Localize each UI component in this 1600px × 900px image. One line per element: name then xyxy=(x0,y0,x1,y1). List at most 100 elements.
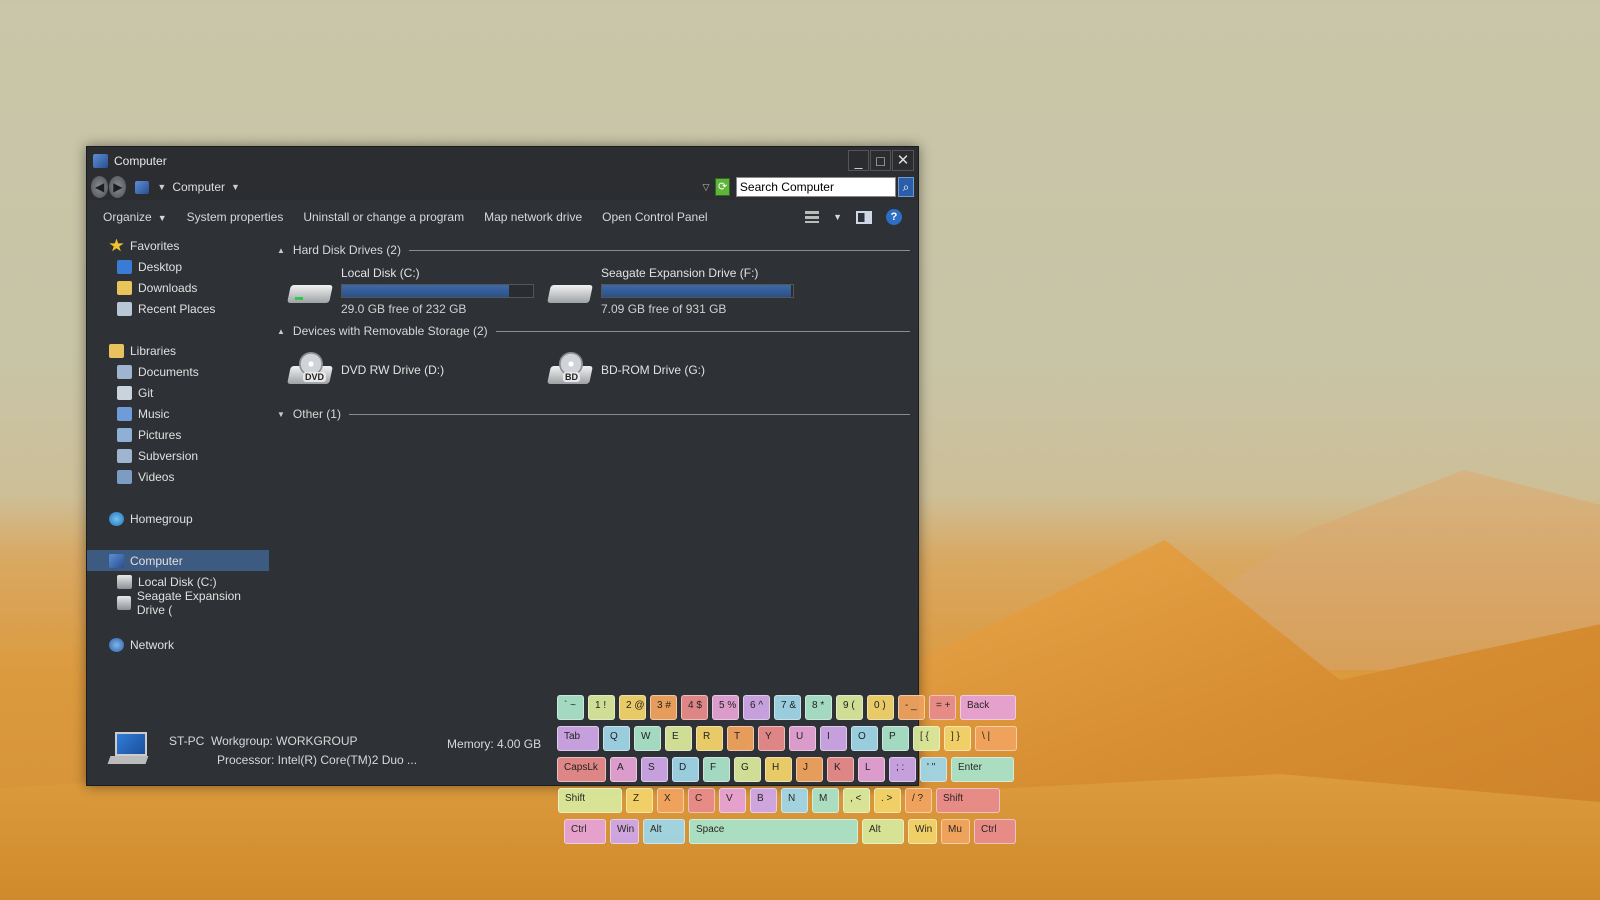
keyboard-key[interactable]: W xyxy=(634,726,661,751)
keyboard-key[interactable]: CapsLk xyxy=(557,757,606,782)
keyboard-key[interactable]: - _ xyxy=(898,695,925,720)
keyboard-key[interactable]: R xyxy=(696,726,723,751)
sidebar-item-desktop[interactable]: Desktop xyxy=(87,256,269,277)
keyboard-key[interactable]: / ? xyxy=(905,788,932,813)
sidebar-item-git[interactable]: Git xyxy=(87,382,269,403)
collapse-arrow-icon[interactable]: ▲ xyxy=(277,246,285,255)
keyboard-key[interactable]: K xyxy=(827,757,854,782)
drive-item-bd-rom[interactable]: BD BD-ROM Drive (G:) xyxy=(537,351,797,392)
drive-item-seagate[interactable]: Seagate Expansion Drive (F:) 7.09 GB fre… xyxy=(537,266,797,316)
keyboard-key[interactable]: Win xyxy=(908,819,937,844)
preview-pane-icon[interactable] xyxy=(856,210,872,224)
keyboard-key[interactable]: Back xyxy=(960,695,1016,720)
group-header-hard-disk-drives[interactable]: ▲ Hard Disk Drives (2) xyxy=(277,242,910,258)
keyboard-key[interactable]: . > xyxy=(874,788,901,813)
keyboard-key[interactable]: ' " xyxy=(920,757,947,782)
search-icon[interactable]: ⌕ xyxy=(897,177,914,197)
keyboard-key[interactable]: = + xyxy=(929,695,956,720)
search-input[interactable] xyxy=(735,177,896,197)
chevron-down-icon[interactable]: ▼ xyxy=(157,182,166,192)
sidebar-item-subversion[interactable]: Subversion xyxy=(87,445,269,466)
keyboard-key[interactable]: L xyxy=(858,757,885,782)
keyboard-key[interactable]: N xyxy=(781,788,808,813)
keyboard-key[interactable]: , < xyxy=(843,788,870,813)
keyboard-key[interactable]: E xyxy=(665,726,692,751)
collapse-arrow-icon[interactable]: ▲ xyxy=(277,327,285,336)
expand-arrow-icon[interactable]: ▼ xyxy=(277,410,285,419)
keyboard-key[interactable]: Y xyxy=(758,726,785,751)
keyboard-key[interactable]: Alt xyxy=(643,819,685,844)
keyboard-key[interactable]: Z xyxy=(626,788,653,813)
sidebar-item-downloads[interactable]: Downloads xyxy=(87,277,269,298)
drive-item-local-disk[interactable]: Local Disk (C:) 29.0 GB free of 232 GB xyxy=(277,266,537,316)
address-field[interactable]: ▼ Computer ▼ ▽ xyxy=(135,176,715,198)
keyboard-key[interactable]: 1 ! xyxy=(588,695,615,720)
keyboard-key[interactable]: Ctrl xyxy=(974,819,1016,844)
keyboard-key[interactable]: V xyxy=(719,788,746,813)
keyboard-key[interactable]: O xyxy=(851,726,878,751)
sidebar-item-seagate-drive[interactable]: Seagate Expansion Drive ( xyxy=(87,589,269,617)
organize-button[interactable]: Organize ▼ xyxy=(103,210,167,224)
sidebar-item-recent-places[interactable]: Recent Places xyxy=(87,298,269,319)
maximize-button[interactable]: □ xyxy=(870,149,891,171)
group-header-removable-storage[interactable]: ▲ Devices with Removable Storage (2) xyxy=(277,323,910,339)
keyboard-key[interactable]: Tab xyxy=(557,726,599,751)
title-bar[interactable]: Computer _ □ ✕ xyxy=(87,147,918,174)
keyboard-key[interactable]: 7 & xyxy=(774,695,801,720)
keyboard-key[interactable]: Enter xyxy=(951,757,1014,782)
group-header-other[interactable]: ▼ Other (1) xyxy=(277,406,910,422)
keyboard-key[interactable]: Shift xyxy=(558,788,622,813)
keyboard-key[interactable]: \ | xyxy=(975,726,1017,751)
change-view-icon[interactable] xyxy=(805,211,820,223)
sidebar-item-favorites[interactable]: Favorites xyxy=(87,235,269,256)
keyboard-key[interactable]: 6 ^ xyxy=(743,695,770,720)
keyboard-key[interactable]: J xyxy=(796,757,823,782)
address-history-dropdown[interactable]: ▽ xyxy=(702,182,709,193)
keyboard-key[interactable]: Mu xyxy=(941,819,970,844)
keyboard-key[interactable]: Alt xyxy=(862,819,904,844)
keyboard-key[interactable]: D xyxy=(672,757,699,782)
map-network-drive-button[interactable]: Map network drive xyxy=(484,210,582,224)
chevron-down-icon[interactable]: ▼ xyxy=(833,212,842,222)
keyboard-key[interactable]: X xyxy=(657,788,684,813)
keyboard-key[interactable]: ` ~ xyxy=(557,695,584,720)
keyboard-key[interactable]: G xyxy=(734,757,761,782)
keyboard-key[interactable]: Q xyxy=(603,726,630,751)
sidebar-item-homegroup[interactable]: Homegroup xyxy=(87,508,269,529)
keyboard-key[interactable]: H xyxy=(765,757,792,782)
drive-item-dvd-rw[interactable]: DVD DVD RW Drive (D:) xyxy=(277,351,537,392)
keyboard-key[interactable]: Shift xyxy=(936,788,1000,813)
back-button[interactable]: ◀ xyxy=(91,176,109,198)
breadcrumb[interactable]: Computer xyxy=(172,180,225,194)
sidebar-item-libraries[interactable]: Libraries xyxy=(87,340,269,361)
minimize-button[interactable]: _ xyxy=(848,149,869,171)
help-icon[interactable]: ? xyxy=(886,209,902,225)
keyboard-key[interactable]: T xyxy=(727,726,754,751)
keyboard-key[interactable]: [ { xyxy=(913,726,940,751)
keyboard-key[interactable]: C xyxy=(688,788,715,813)
keyboard-key[interactable]: ; : xyxy=(889,757,916,782)
keyboard-key[interactable]: Win xyxy=(610,819,639,844)
keyboard-key[interactable]: 9 ( xyxy=(836,695,863,720)
keyboard-key[interactable]: ] } xyxy=(944,726,971,751)
keyboard-key[interactable]: A xyxy=(610,757,637,782)
sidebar-item-computer[interactable]: Computer xyxy=(87,550,269,571)
close-button[interactable]: ✕ xyxy=(892,149,914,171)
keyboard-key[interactable]: 0 ) xyxy=(867,695,894,720)
sidebar-item-videos[interactable]: Videos xyxy=(87,466,269,487)
keyboard-key[interactable]: F xyxy=(703,757,730,782)
sidebar-item-pictures[interactable]: Pictures xyxy=(87,424,269,445)
keyboard-key[interactable]: B xyxy=(750,788,777,813)
keyboard-key[interactable]: I xyxy=(820,726,847,751)
open-control-panel-button[interactable]: Open Control Panel xyxy=(602,210,707,224)
keyboard-key[interactable]: 5 % xyxy=(712,695,739,720)
keyboard-key[interactable]: U xyxy=(789,726,816,751)
keyboard-key[interactable]: 2 @ xyxy=(619,695,646,720)
keyboard-key[interactable]: 8 * xyxy=(805,695,832,720)
keyboard-key[interactable]: 4 $ xyxy=(681,695,708,720)
sidebar-item-music[interactable]: Music xyxy=(87,403,269,424)
keyboard-key[interactable]: M xyxy=(812,788,839,813)
keyboard-key[interactable]: Ctrl xyxy=(564,819,606,844)
chevron-down-icon[interactable]: ▼ xyxy=(231,182,240,192)
keyboard-key[interactable]: Space xyxy=(689,819,858,844)
